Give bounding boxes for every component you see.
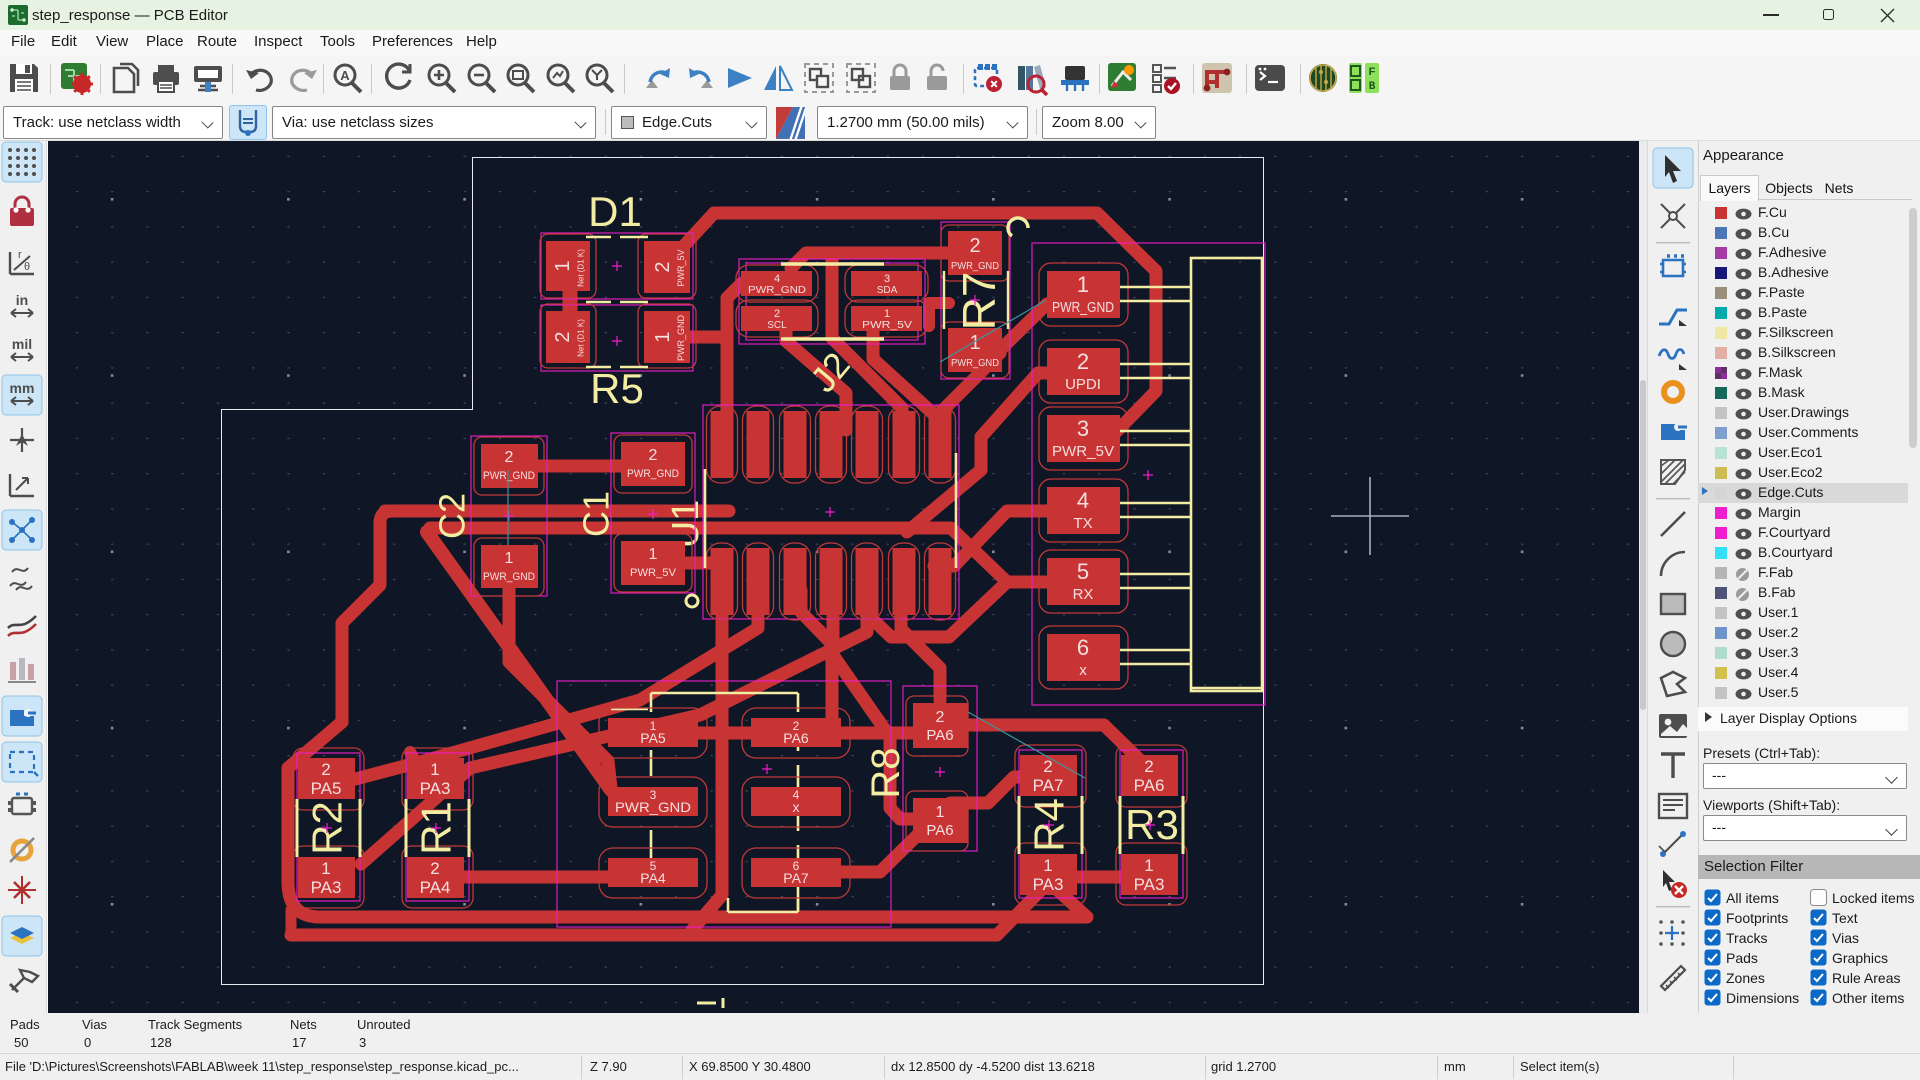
svg-text:PA6: PA6 [926,822,953,839]
svg-text:PWR_5V: PWR_5V [676,249,686,286]
svg-text:2: 2 [552,331,574,342]
svg-text:r: r [18,249,22,261]
svg-text:A: A [340,68,350,83]
svg-text:x: x [1079,662,1087,679]
svg-text:2: 2 [649,447,658,464]
svg-text:4: 4 [1077,488,1089,513]
svg-text:mil: mil [12,336,32,352]
svg-text:1: 1 [552,260,574,271]
svg-text:PWR_5V: PWR_5V [862,320,912,331]
svg-text:PA6: PA6 [926,727,953,744]
svg-text:4: 4 [774,273,780,285]
svg-text:PA7: PA7 [783,870,809,886]
svg-text:θ: θ [24,261,30,273]
svg-text:PA4: PA4 [640,870,666,886]
svg-text:5: 5 [1077,559,1089,584]
svg-text:PWR_GND: PWR_GND [483,470,535,482]
svg-text:2: 2 [430,859,439,878]
svg-text:PWR_GND: PWR_GND [627,468,679,480]
svg-text:1: 1 [884,308,890,320]
svg-text:1: 1 [430,760,439,779]
svg-text:PWR_5V: PWR_5V [1052,443,1114,460]
svg-text:1: 1 [1077,272,1089,297]
svg-text:B: B [1369,81,1376,93]
svg-text:SDA: SDA [877,285,898,296]
svg-text:x: x [793,799,800,815]
svg-text:2: 2 [1043,757,1052,776]
svg-text:R7: R7 [953,272,1005,331]
svg-text:1: 1 [649,546,658,563]
svg-text:1: 1 [321,859,330,878]
svg-text:2: 2 [1077,349,1089,374]
svg-text:PWR_GND: PWR_GND [483,571,535,583]
svg-text:2: 2 [321,760,330,779]
svg-text:1: 1 [505,550,514,567]
svg-text:SCL: SCL [767,320,787,331]
svg-text:2: 2 [969,235,980,257]
svg-text:6: 6 [1077,635,1089,660]
svg-text:PWR_GND: PWR_GND [748,285,806,296]
svg-text:1: 1 [969,332,980,354]
svg-text:3: 3 [884,273,890,285]
svg-text:2: 2 [652,261,674,272]
svg-text:2: 2 [936,709,945,726]
svg-text:TX: TX [1073,515,1092,532]
svg-text:1: 1 [936,804,945,821]
svg-text:PWR_GND: PWR_GND [951,358,999,369]
svg-text:PA7: PA7 [1033,776,1064,795]
svg-text:PWR_GND: PWR_GND [676,315,686,362]
svg-text:in: in [16,292,28,308]
svg-text:F: F [1369,66,1376,78]
svg-text:PA3: PA3 [311,878,342,897]
svg-text:1: 1 [1043,856,1052,875]
svg-text:PA6: PA6 [783,730,809,746]
svg-text:PA6: PA6 [1134,776,1165,795]
svg-text:2: 2 [774,308,780,320]
svg-text:PA5: PA5 [640,730,666,746]
svg-text:UPDI: UPDI [1065,376,1101,393]
svg-text:1: 1 [1144,856,1153,875]
svg-text:D1: D1 [588,188,642,235]
svg-text:R5: R5 [590,365,644,412]
svg-text:RX: RX [1073,586,1094,603]
svg-text:PWR_GND: PWR_GND [1052,299,1114,316]
svg-text:PA5: PA5 [311,779,342,798]
svg-text:C2: C2 [432,493,473,539]
svg-text:PWR_GND: PWR_GND [951,261,999,272]
svg-text:Net (D1 K): Net (D1 K) [577,319,586,357]
svg-text:C1: C1 [576,491,617,537]
svg-text:PA4: PA4 [420,878,451,897]
svg-text:2: 2 [1144,757,1153,776]
svg-text:PA3: PA3 [1134,875,1165,894]
svg-text:2: 2 [505,449,514,466]
svg-text:PWR_5V: PWR_5V [630,567,677,579]
svg-text:PA3: PA3 [1033,875,1064,894]
svg-text:1: 1 [652,331,674,342]
svg-text:PA3: PA3 [420,779,451,798]
svg-text:PWR_GND: PWR_GND [615,799,691,815]
svg-text:mm: mm [10,380,35,396]
svg-text:Net (D1 K): Net (D1 K) [577,249,586,287]
svg-text:R8: R8 [864,747,908,798]
svg-text:3: 3 [1077,416,1089,441]
